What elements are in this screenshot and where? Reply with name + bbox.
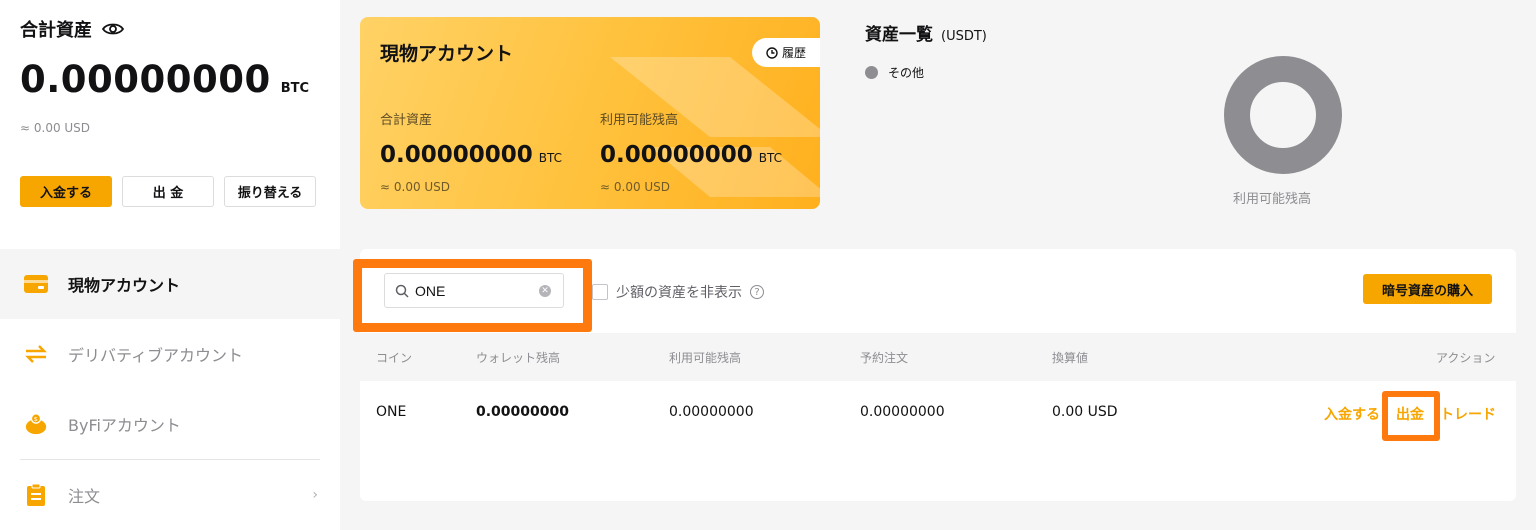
column-header-wallet-balance: ウォレット残高 [476,351,561,365]
swap-arrows-icon [24,342,48,366]
column-header-available: 利用可能残高 [669,351,742,365]
asset-overview-title: 資産一覧 (USDT) [865,20,987,45]
eye-icon[interactable] [102,22,124,36]
spot-available-usd: ≈ 0.00 USD [600,180,671,194]
total-usd-approx: ≈ 0.00 USD [20,121,91,135]
account-nav: 現物アカウント デリバティブアカウント $ ByFiアカウント 注文 › [0,249,340,530]
buy-crypto-button[interactable]: 暗号資産の購入 [1363,274,1492,304]
spot-available-label: 利用可能残高 [600,113,679,128]
spot-available-section: 利用可能残高 0.00000000 BTC ≈ 0.00 USD [600,109,782,194]
clock-icon [766,46,778,59]
column-header-coin: コイン [376,351,413,365]
hide-small-label: 少額の資産を非表示 [616,285,742,301]
spot-available-unit: BTC [758,151,783,165]
cell-reserved: 0.00000000 [860,404,945,420]
spot-available-amount: 0.00000000 [600,142,753,168]
overview-title-text: 資産一覧 [865,25,933,45]
total-assets-title: 合計資産 [20,16,124,42]
cell-wallet-balance: 0.00000000 [476,404,569,420]
chart-legend: その他 [865,64,924,81]
transfer-button[interactable]: 振り替える [224,176,316,207]
clipboard-icon [24,483,48,507]
legend-label: その他 [888,66,925,80]
row-trade-link[interactable]: トレード [1440,404,1496,424]
legend-dot [865,66,878,79]
hide-small-assets[interactable]: 少額の資産を非表示 ? [592,282,764,302]
sidebar-item-label: デリバティブアカウント [68,346,244,365]
chevron-right-icon: › [312,487,318,503]
sidebar-item-label: 現物アカウント [68,276,181,295]
total-assets-label: 合計資産 [20,20,92,41]
column-header-action: アクション [1436,351,1496,365]
sidebar: 合計資産 0.00000000 BTC ≈ 0.00 USD 入金する 出 金 … [0,0,340,530]
spot-account-card: 現物アカウント 履歴 合計資産 0.00000000 BTC ≈ 0.00 USD… [360,17,820,209]
deposit-button[interactable]: 入金する [20,176,112,207]
withdraw-highlight-box [1382,391,1440,441]
sidebar-item-derivatives-account[interactable]: デリバティブアカウント [0,319,340,389]
total-amount-unit: BTC [280,81,310,96]
search-highlight-box [353,259,592,332]
svg-text:$: $ [34,415,38,423]
asset-donut-chart [1224,56,1342,174]
sidebar-item-spot-account[interactable]: 現物アカウント [0,249,340,319]
history-label: 履歴 [781,46,806,60]
donut-label: 利用可能残高 [1233,192,1312,207]
withdraw-button[interactable]: 出 金 [122,176,214,207]
total-assets-amount: 0.00000000 BTC [20,58,309,101]
spot-total-section: 合計資産 0.00000000 BTC ≈ 0.00 USD [380,109,562,194]
column-header-reserved-orders: 予約注文 [860,351,909,365]
row-deposit-link[interactable]: 入金する [1324,404,1380,424]
cell-value: 0.00 USD [1052,404,1118,420]
spot-total-amount: 0.00000000 [380,142,533,168]
help-icon[interactable]: ? [750,285,764,299]
history-button[interactable]: 履歴 [752,38,820,67]
overview-unit: (USDT) [941,29,987,44]
total-amount-value: 0.00000000 [20,58,271,101]
spot-card-title: 現物アカウント [380,43,514,65]
piggy-bank-icon: $ [24,412,48,436]
sidebar-item-byfi-account[interactable]: $ ByFiアカウント [0,389,340,459]
spot-total-unit: BTC [538,151,563,165]
hide-small-checkbox[interactable] [592,284,608,300]
spot-total-usd: ≈ 0.00 USD [380,180,451,194]
sidebar-item-orders[interactable]: 注文 › [0,460,340,530]
spot-total-label: 合計資産 [380,113,433,128]
cell-available: 0.00000000 [669,404,754,420]
column-header-value: 換算値 [1052,351,1089,365]
cell-coin: ONE [376,404,407,420]
sidebar-actions: 入金する 出 金 振り替える [20,176,316,207]
wallet-card-icon [24,272,48,296]
sidebar-item-label: 注文 [68,487,101,506]
sidebar-item-label: ByFiアカウント [68,416,181,435]
